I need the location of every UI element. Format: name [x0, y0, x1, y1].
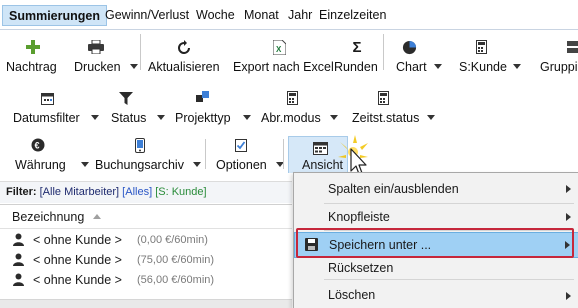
tab-woche[interactable]: Woche — [193, 5, 238, 26]
separator — [383, 34, 384, 70]
gruppie-button[interactable]: Gruppie — [540, 38, 578, 78]
chevron-down-icon[interactable] — [193, 162, 201, 167]
separator — [140, 34, 141, 70]
summary-grid: Bezeichnung < ohne Kunde > (0,00 €/60min… — [0, 204, 292, 308]
checkbox-icon — [233, 136, 249, 154]
drucken-button[interactable]: Drucken — [72, 38, 142, 78]
waehrung-button[interactable]: € Währung — [15, 136, 89, 176]
user-icon — [13, 273, 24, 289]
filter-employees-link[interactable]: [Alle Mitarbeiter] — [40, 186, 119, 198]
aktualisieren-button[interactable]: Aktualisieren — [148, 38, 220, 78]
chevron-down-icon[interactable] — [243, 115, 251, 120]
menu-item-loeschen[interactable]: Löschen — [294, 282, 578, 308]
grid-header: Bezeichnung — [0, 205, 292, 229]
refresh-icon — [176, 38, 192, 56]
project-type-icon — [195, 89, 211, 107]
svg-text:X: X — [276, 45, 282, 54]
calculator-icon — [473, 38, 489, 56]
abr-modus-button[interactable]: Abr.modus — [260, 89, 340, 129]
submenu-arrow-icon — [566, 185, 571, 193]
sort-ascending-icon — [93, 214, 101, 219]
tab-einzelzeiten[interactable]: Einzelzeiten — [316, 5, 389, 26]
zeitst-status-button[interactable]: Zeitst.status — [351, 89, 437, 129]
export-excel-button[interactable]: X Export nach Excel — [231, 38, 334, 78]
runden-button[interactable]: Σ Runden — [334, 38, 380, 78]
user-icon — [13, 253, 24, 269]
tab-summierungen[interactable]: Summierungen — [2, 5, 107, 26]
tab-monat[interactable]: Monat — [241, 5, 282, 26]
chevron-down-icon[interactable] — [130, 64, 138, 69]
menu-separator — [324, 279, 574, 280]
filter-bar: Filter: [Alle Mitarbeiter] [Alles] [S: K… — [0, 181, 292, 203]
printer-icon — [86, 38, 106, 56]
projekttyp-button[interactable]: Projekttyp — [175, 89, 253, 129]
chevron-down-icon[interactable] — [330, 115, 338, 120]
chevron-down-icon[interactable] — [427, 115, 435, 120]
view-layout-icon — [313, 142, 328, 158]
table-row[interactable]: < ohne Kunde > (75,00 €/60min) — [0, 250, 292, 271]
tab-jahr[interactable]: Jahr — [285, 5, 315, 26]
optionen-button[interactable]: Optionen — [215, 136, 285, 176]
user-icon — [13, 233, 24, 249]
calendar-icon — [39, 89, 55, 107]
calculator-icon — [284, 89, 300, 107]
filter-kunde-link[interactable]: [S: Kunde] — [155, 186, 206, 198]
separator — [283, 139, 284, 169]
chevron-down-icon[interactable] — [91, 115, 99, 120]
nachtrag-button[interactable]: Nachtrag — [6, 38, 62, 78]
datumsfilter-button[interactable]: Datumsfilter — [13, 89, 103, 129]
filter-all-link[interactable]: [Alles] — [122, 186, 152, 198]
status-button[interactable]: Status — [110, 89, 168, 129]
buchungsarchiv-button[interactable]: Buchungsarchiv — [94, 136, 204, 176]
menu-item-knopfleiste[interactable]: Knopfleiste — [294, 204, 578, 230]
chevron-down-icon[interactable] — [513, 64, 521, 69]
table-row[interactable]: < ohne Kunde > (0,00 €/60min) — [0, 230, 292, 251]
pie-chart-icon — [400, 38, 418, 56]
highlight-annotation-box — [296, 228, 574, 258]
plus-icon — [23, 38, 43, 56]
sigma-icon: Σ — [352, 38, 362, 56]
horizontal-scrollbar[interactable] — [0, 299, 292, 308]
column-header-bezeichnung[interactable]: Bezeichnung — [12, 210, 84, 224]
chart-button[interactable]: Chart — [392, 38, 442, 78]
separator — [205, 139, 206, 169]
chevron-down-icon[interactable] — [157, 115, 165, 120]
tab-gewinn-verlust[interactable]: Gewinn/Verlust — [102, 5, 192, 26]
svg-text:€: € — [35, 141, 40, 151]
submenu-arrow-icon — [566, 292, 571, 300]
excel-icon: X — [271, 38, 287, 56]
s-kunde-button[interactable]: S:Kunde — [459, 38, 525, 78]
menu-item-ruecksetzen[interactable]: Rücksetzen — [294, 258, 578, 284]
calculator-icon — [375, 89, 391, 107]
chevron-down-icon[interactable] — [434, 64, 442, 69]
chevron-down-icon[interactable] — [81, 162, 89, 167]
table-row[interactable]: < ohne Kunde > (56,00 €/60min) — [0, 270, 292, 291]
archive-phone-icon — [132, 136, 148, 154]
tab-bar: Summierungen Gewinn/Verlust Woche Monat … — [0, 0, 578, 30]
filter-funnel-icon — [118, 89, 134, 107]
group-icon — [566, 38, 578, 56]
currency-icon: € — [29, 136, 47, 154]
menu-item-spalten[interactable]: Spalten ein/ausblenden — [294, 176, 578, 202]
submenu-arrow-icon — [566, 213, 571, 221]
filter-label: Filter: — [6, 186, 37, 198]
